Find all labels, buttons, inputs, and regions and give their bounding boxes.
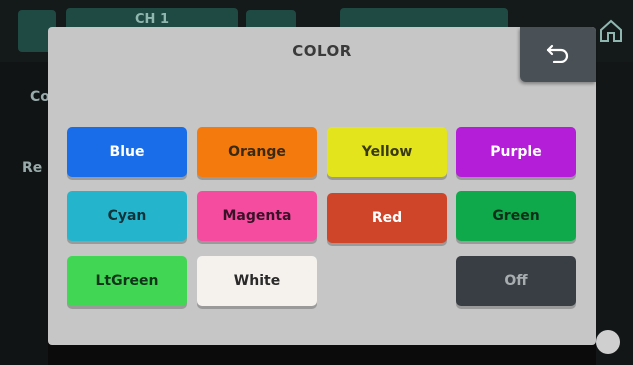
color-white-label: White (233, 273, 281, 289)
home-icon (598, 18, 624, 44)
color-white-button[interactable]: White (197, 256, 317, 306)
background-side-label-2: Re (22, 160, 43, 176)
color-cyan-button[interactable]: Cyan (67, 191, 187, 241)
undo-arrow-icon (546, 43, 570, 67)
background-left-panel: Co Re (0, 62, 50, 365)
color-yellow-label: Yellow (361, 144, 413, 160)
color-orange-label: Orange (228, 144, 286, 160)
color-purple-button[interactable]: Purple (456, 127, 576, 177)
background-knob-icon (596, 330, 620, 354)
color-orange-button[interactable]: Orange (197, 127, 317, 177)
background-channel-label: CH 1 (135, 12, 169, 27)
color-off-label: Off (504, 273, 528, 289)
background-side-label-1: Co (30, 89, 50, 105)
color-yellow-button[interactable]: Yellow (327, 127, 447, 177)
color-cyan-label: Cyan (107, 208, 147, 224)
color-purple-label: Purple (490, 144, 542, 160)
color-red-label: Red (371, 210, 403, 226)
color-magenta-button[interactable]: Magenta (197, 191, 317, 241)
color-red-button[interactable]: Red (327, 193, 447, 243)
color-ltgreen-label: LtGreen (95, 273, 159, 289)
color-ltgreen-button[interactable]: LtGreen (67, 256, 187, 306)
dialog-title: COLOR (292, 42, 352, 60)
color-blue-label: Blue (109, 144, 145, 160)
color-green-label: Green (492, 208, 540, 224)
color-off-button[interactable]: Off (456, 256, 576, 306)
color-green-button[interactable]: Green (456, 191, 576, 241)
color-magenta-label: Magenta (222, 208, 292, 224)
back-button[interactable] (520, 27, 596, 82)
background-right-panel (596, 62, 633, 365)
color-blue-button[interactable]: Blue (67, 127, 187, 177)
color-dialog: COLOR Blue Orange Yellow Purple Cyan Mag… (48, 27, 596, 345)
